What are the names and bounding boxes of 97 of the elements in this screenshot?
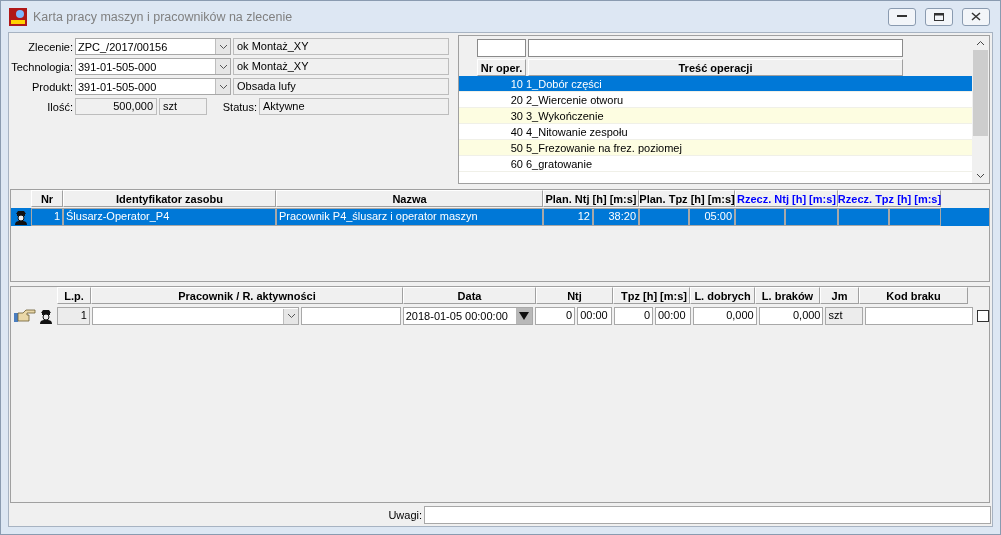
tpz-time-field[interactable]: 00:00 [655,307,691,325]
operation-name: 4_Nitowanie zespołu [526,125,628,138]
table-cell [735,208,785,226]
combo-field[interactable]: 391-01-505-000 [75,78,231,95]
table-cell: Ślusarz-Operator_P4 [63,208,276,226]
operation-row[interactable]: 30 3_Wykończenie [459,108,972,124]
field-label: Zlecenie: [27,40,73,53]
resource-row[interactable]: 1 Ślusarz-Operator_P4 Pracownik P4_ślusarz i operator maszyn 12 38:20 05:00 [11,208,989,226]
column-header[interactable]: Data [403,287,536,304]
status-field: Aktywne [259,98,449,115]
dropdown-button[interactable] [283,308,299,324]
ntj-time-field[interactable]: 00:00 [577,307,613,325]
filter-field[interactable] [528,39,903,57]
description-field: Obsada lufy [233,78,449,95]
column-header[interactable]: Jm [820,287,859,304]
tpz-field[interactable]: 0 [614,307,653,325]
quantity-field: 500,000 [75,98,157,115]
operation-number: 50 [509,141,524,154]
operation-name: 2_Wiercenie otworu [526,93,624,106]
table-cell [785,208,838,226]
operation-row[interactable]: 10 1_Dobór części [459,76,972,92]
operation-number: 40 [509,125,524,138]
operation-name: 1_Dobór części [526,77,602,90]
column-header[interactable]: Pracownik / R. aktywności [91,287,403,304]
maximize-icon [934,12,944,21]
column-header[interactable]: L.p. [57,287,91,304]
field-label: Ilość: [46,100,73,113]
maximize-button[interactable] [925,7,953,26]
combo-field[interactable]: ZPC_/2017/00156 [75,38,231,55]
operation-row[interactable]: 50 5_Frezowanie na frez. poziomej [459,140,972,156]
table-cell: 1 [31,208,63,226]
chevron-down-icon [218,83,228,90]
pointing-hand-icon [13,309,36,323]
close-button[interactable] [962,7,990,26]
column-header[interactable]: Plan. Tpz [h] [m:s] [639,190,735,207]
combo-field[interactable]: 391-01-505-000 [75,58,231,75]
row-number-field: 1 [56,307,90,325]
checkbox[interactable] [977,310,989,322]
window-title: Karta pracy maszyn i pracowników na zlecenie [33,9,294,24]
scrollbar[interactable] [972,36,989,183]
remarks-field[interactable] [424,506,991,524]
dropdown-button[interactable] [516,308,533,324]
operation-name: 3_Wykończenie [526,109,604,122]
ntj-field[interactable]: 0 [535,307,576,325]
remarks-label: Uwagi: [388,509,422,521]
table-cell: 38:20 [593,208,639,226]
column-header[interactable]: L. braków [755,287,820,304]
operation-number: 30 [509,109,524,122]
app-icon [9,7,27,26]
minimize-button[interactable] [888,7,916,26]
operation-number: 20 [509,93,524,106]
close-icon [971,12,981,21]
reject-code-field[interactable] [865,307,974,325]
dropdown-button[interactable] [215,59,230,74]
dropdown-button[interactable] [215,79,230,94]
column-header[interactable]: Identyfikator zasobu [63,190,276,207]
field-label: Status: [221,100,257,113]
table-cell: 05:00 [689,208,735,226]
worker-icon [13,209,29,225]
column-header[interactable]: Nazwa [276,190,543,207]
column-header[interactable]: Plan. Ntj [h] [m:s] [543,190,639,207]
unit-field: szt [159,98,207,115]
good-count-field[interactable]: 0,000 [692,307,757,325]
column-header[interactable]: Rzecz. Tpz [h] [m:s] [838,190,941,207]
operation-number: 10 [509,77,524,90]
chevron-down-icon [218,63,228,70]
column-header[interactable]: Tpz [h] [m:s] [613,287,690,304]
field-label: Technologia: [10,60,73,73]
minimize-icon [897,15,907,18]
operation-name: 6_gratowanie [526,157,593,170]
column-header[interactable]: Nr [31,190,63,207]
column-header[interactable]: Rzecz. Ntj [h] [m:s] [735,190,838,207]
column-header[interactable]: Kod braku [859,287,968,304]
table-cell: Pracownik P4_ślusarz i operator maszyn [276,208,543,226]
activity-field[interactable] [301,307,401,325]
chevron-down-icon [286,313,296,319]
triangle-down-icon [519,312,530,320]
operation-name: 5_Frezowanie na frez. poziomej [526,141,682,154]
column-header[interactable]: Nr oper. [477,59,526,76]
field-label: Produkt: [31,80,73,93]
column-header[interactable]: L. dobrych [690,287,755,304]
description-field: ok Montaż_XY [233,38,449,55]
table-cell [838,208,889,226]
chevron-down-icon [218,43,228,50]
column-header[interactable]: Treść operacji [528,59,903,76]
column-header[interactable]: Ntj [536,287,613,304]
description-field: ok Montaż_XY [233,58,449,75]
reject-count-field[interactable]: 0,000 [758,307,824,325]
dropdown-button[interactable] [215,39,230,54]
unit-field: szt [825,307,864,325]
table-cell [639,208,689,226]
filter-field[interactable] [477,39,526,57]
table-cell [889,208,941,226]
table-cell: 12 [543,208,593,226]
operation-number: 60 [509,157,524,170]
date-field[interactable]: 2018-01-05 00:00:00 [402,307,534,325]
worker-icon [37,308,54,324]
